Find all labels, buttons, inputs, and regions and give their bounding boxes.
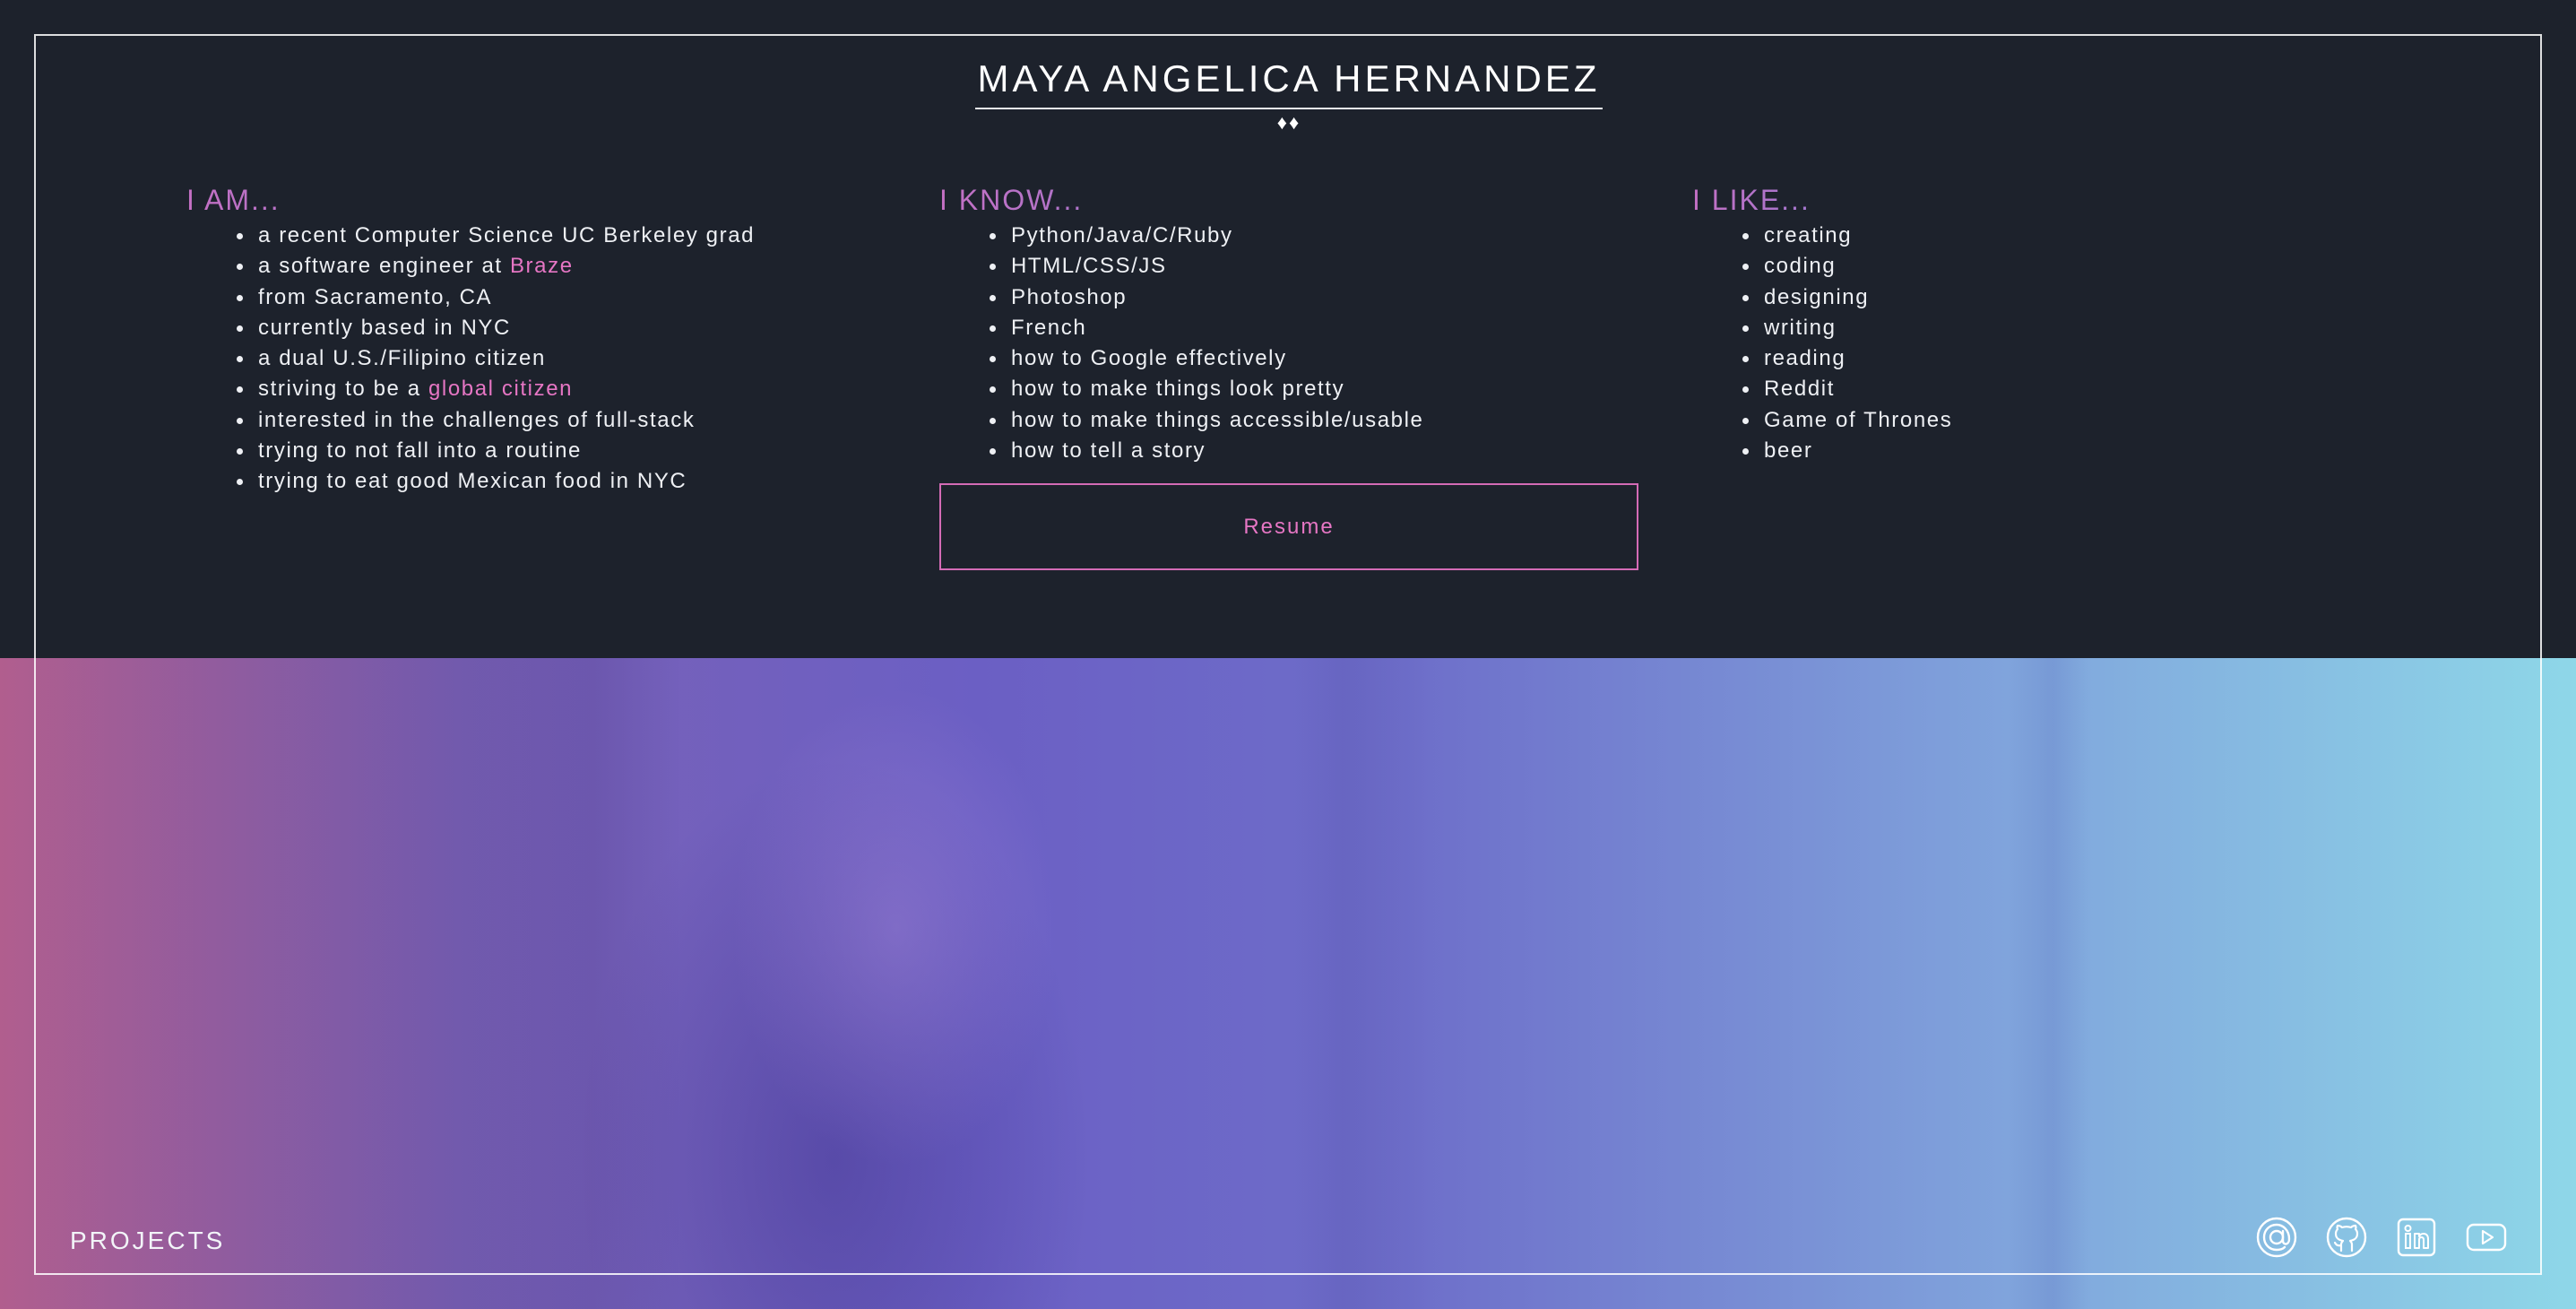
hero-photo-overlay [0,658,2576,1309]
linkedin-icon[interactable] [2395,1216,2438,1259]
list-item: interested in the challenges of full-sta… [236,405,755,436]
list-item: Python/Java/C/Ruby [990,221,1424,251]
global-citizen-link[interactable]: global citizen [428,377,573,401]
list-item: creating [1742,221,1952,251]
i-like-list: creating coding designing writing readin… [1692,221,1952,466]
column-i-am: I AM... a recent Computer Science UC Ber… [186,179,755,498]
list-item: how to Google effectively [990,343,1424,374]
list-item: from Sacramento, CA [236,282,755,313]
column-i-know: I KNOW... Python/Java/C/Ruby HTML/CSS/JS… [939,179,1424,466]
list-item: reading [1742,343,1952,374]
list-item: trying to not fall into a routine [236,436,755,466]
youtube-icon[interactable] [2465,1216,2508,1259]
column-heading-i-like: I LIKE... [1692,179,1952,221]
list-item: beer [1742,436,1952,466]
page: MAYA ANGELICA HERNANDEZ ♦♦ I AM... a rec… [0,0,2576,1309]
column-heading-i-am: I AM... [186,179,755,221]
list-item: designing [1742,282,1952,313]
social-links [2255,1216,2508,1259]
email-icon[interactable] [2255,1216,2298,1259]
site-header: MAYA ANGELICA HERNANDEZ ♦♦ [975,52,1603,136]
list-item: how to make things look pretty [990,374,1424,404]
list-item: Game of Thrones [1742,405,1952,436]
github-icon[interactable] [2325,1216,2368,1259]
list-item: Reddit [1742,374,1952,404]
column-i-like: I LIKE... creating coding designing writ… [1692,179,1952,466]
list-item: a recent Computer Science UC Berkeley gr… [236,221,755,251]
diamond-ornament-icon: ♦♦ [1276,111,1301,134]
column-heading-i-know: I KNOW... [939,179,1424,221]
list-item: striving to be a global citizen [236,374,755,404]
list-item: Photoshop [990,282,1424,313]
resume-button[interactable]: Resume [939,483,1638,570]
list-item: how to make things accessible/usable [990,405,1424,436]
projects-link[interactable]: PROJECTS [70,1227,225,1255]
list-item: HTML/CSS/JS [990,251,1424,282]
list-item: trying to eat good Mexican food in NYC [236,466,755,497]
list-item: currently based in NYC [236,313,755,343]
list-item: how to tell a story [990,436,1424,466]
list-item: a dual U.S./Filipino citizen [236,343,755,374]
list-item: French [990,313,1424,343]
i-know-list: Python/Java/C/Ruby HTML/CSS/JS Photoshop… [939,221,1424,466]
i-am-list: a recent Computer Science UC Berkeley gr… [186,221,755,498]
list-item: writing [1742,313,1952,343]
list-item: a software engineer at Braze [236,251,755,282]
hero-photo [0,658,2576,1309]
list-item: coding [1742,251,1952,282]
braze-link[interactable]: Braze [510,254,574,278]
site-title: MAYA ANGELICA HERNANDEZ [977,57,1601,100]
